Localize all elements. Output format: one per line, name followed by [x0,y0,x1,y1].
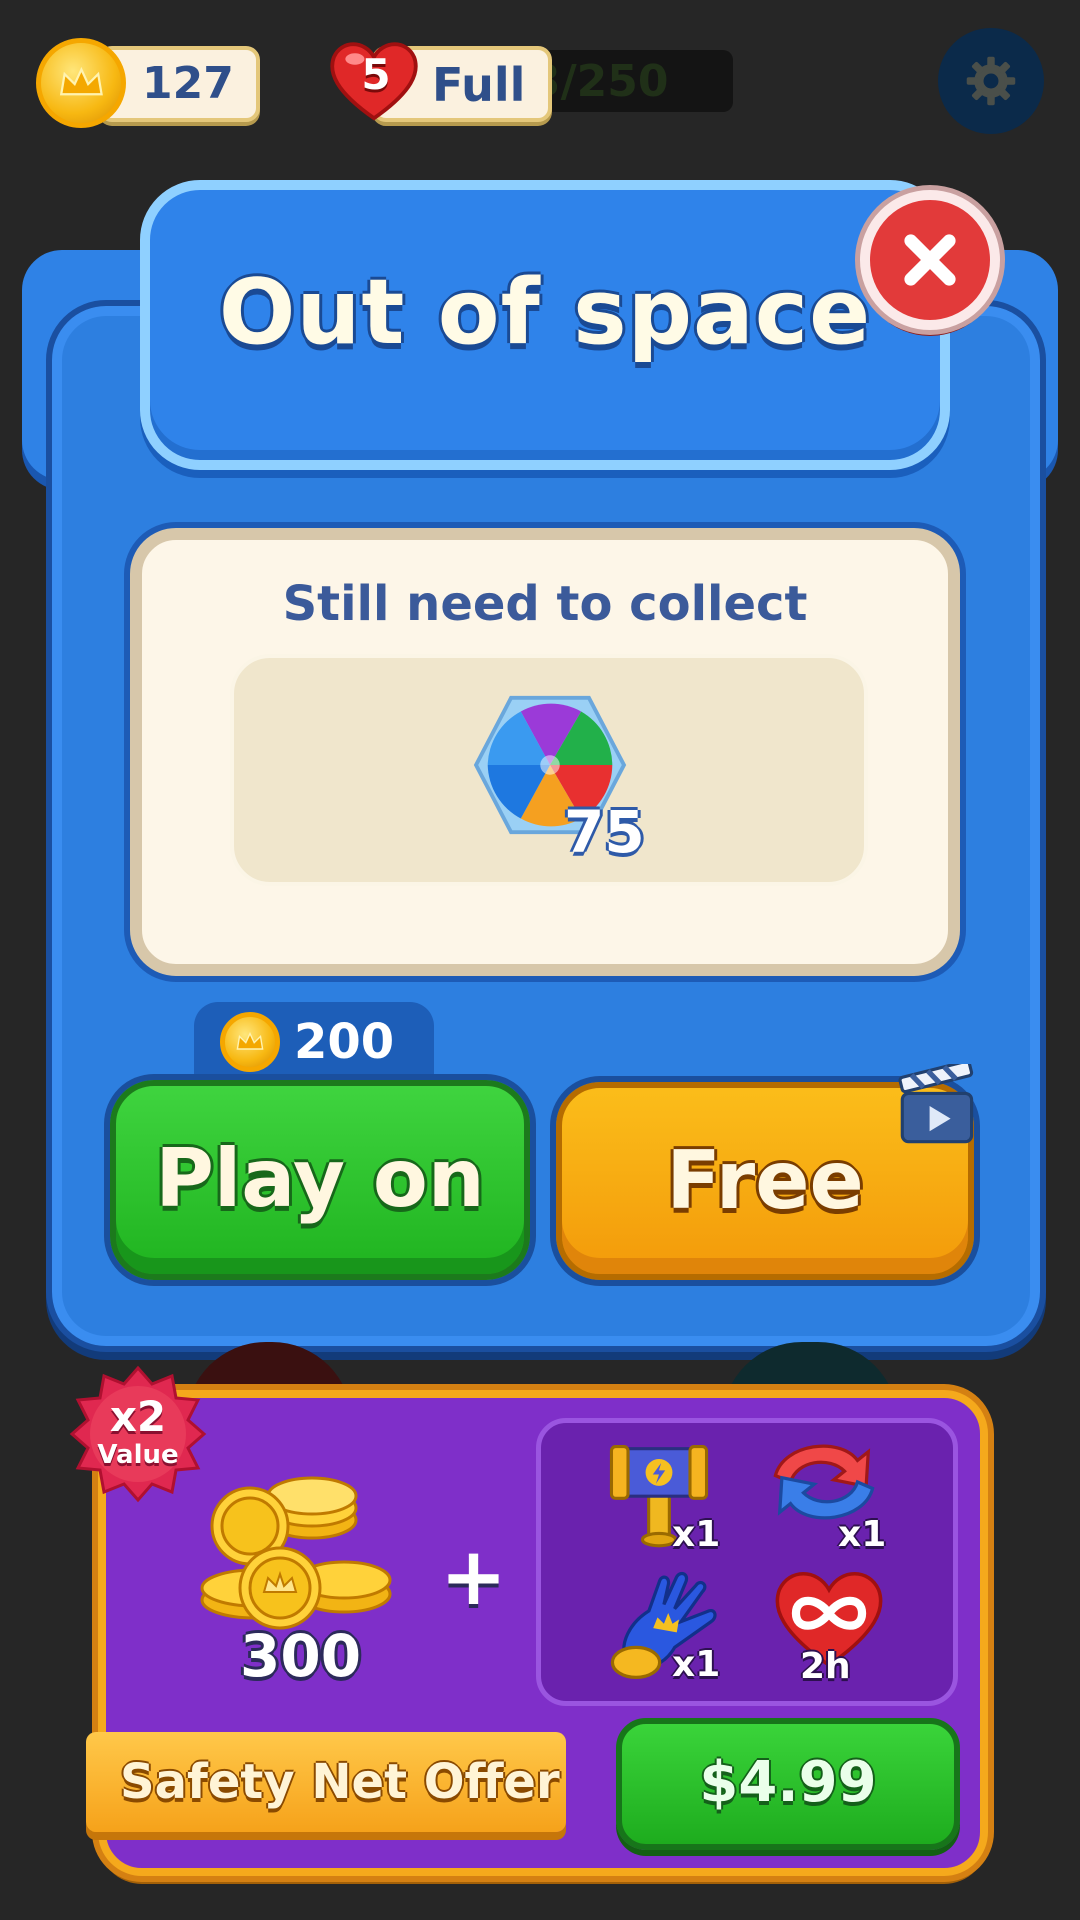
value-badge-multiplier: x2 [109,1392,167,1441]
play-on-label: Play on [155,1132,485,1225]
coin-pile-icon [200,1476,392,1630]
play-on-cost-tab: 200 [194,1002,434,1088]
settings-button[interactable] [938,28,1044,134]
shuffle-qty: x1 [838,1514,887,1555]
close-icon [904,234,956,286]
infinite-lives-duration: 2h [800,1646,851,1687]
lives-count: 5 [361,50,391,99]
play-on-cost: 200 [294,1014,395,1070]
lives-status: Full [432,58,526,112]
goal-count: 75 [564,798,645,866]
dialog-title: Out of space [218,260,872,365]
buy-offer-button[interactable]: $4.99 [616,1718,960,1850]
hammer-qty: x1 [672,1514,721,1555]
value-badge-label: Value [97,1440,179,1470]
close-button[interactable] [860,190,1000,330]
offer-name: Safety Net Offer [120,1754,560,1810]
glove-qty: x1 [672,1644,721,1685]
offer-name-ribbon: Safety Net Offer [86,1732,566,1832]
offer-coins-amount: 300 [240,1622,362,1690]
plus-sign: + [440,1530,508,1623]
goal-card: Still need to collect 75 [130,528,960,976]
heart-icon: 5 [326,38,426,126]
goal-slot: 75 [230,654,868,886]
coin-count: 127 [142,58,234,109]
coin-icon [220,1012,280,1072]
play-on-button[interactable]: Play on [110,1080,530,1280]
title-banner: Out of space [140,180,950,470]
coin-icon [36,38,126,128]
offer-price: $4.99 [699,1750,877,1815]
goal-subtitle: Still need to collect [282,576,808,632]
video-clapper-icon [898,1064,974,1144]
gear-icon [966,56,1016,106]
offer-items-grid [536,1418,958,1706]
